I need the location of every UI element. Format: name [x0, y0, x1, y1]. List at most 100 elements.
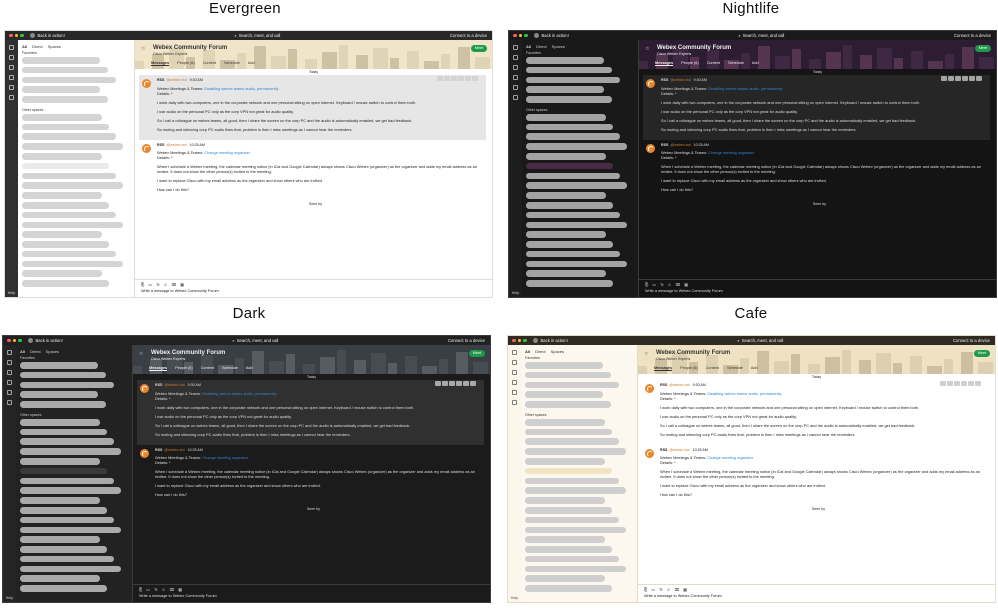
- tab-add[interactable]: Add: [246, 366, 253, 371]
- status-text[interactable]: Back in action!: [38, 33, 65, 38]
- space-list-item[interactable]: [22, 221, 123, 229]
- message-action-icon[interactable]: [442, 381, 448, 386]
- contacts-icon[interactable]: [513, 65, 518, 70]
- message-action-icon[interactable]: [444, 76, 450, 81]
- space-list-item[interactable]: [20, 458, 100, 465]
- message[interactable]: RSS @webex-bot 10:25 AM Webex Meetings & Te…: [643, 140, 990, 201]
- topic-link[interactable]: Change meeting organizer: [202, 455, 248, 460]
- tab-content[interactable]: Content: [706, 366, 719, 371]
- tab-spaces[interactable]: Spaces: [552, 44, 565, 49]
- tab-schedule[interactable]: Schedule: [222, 366, 238, 371]
- calling-icon[interactable]: [512, 380, 517, 385]
- tab-messages[interactable]: Messages: [654, 366, 673, 371]
- apps-icon[interactable]: [7, 400, 12, 405]
- space-list-item[interactable]: [20, 401, 106, 408]
- emoji-icon[interactable]: ☺: [667, 587, 671, 592]
- message-action-icon[interactable]: [969, 76, 975, 81]
- space-list-item[interactable]: [22, 260, 123, 268]
- space-list-item[interactable]: [526, 143, 627, 150]
- space-list-item[interactable]: [20, 497, 100, 504]
- tab-all[interactable]: All: [22, 44, 27, 49]
- space-list-item[interactable]: [525, 362, 603, 369]
- space-list-item[interactable]: [526, 172, 620, 180]
- connect-device[interactable]: Connect to a device: [448, 338, 485, 343]
- window-button[interactable]: [517, 338, 521, 343]
- window-controls[interactable]: [513, 33, 528, 38]
- space-info-icon[interactable]: ☆: [141, 46, 145, 52]
- space-list-item[interactable]: [22, 280, 109, 287]
- space-list-item[interactable]: [22, 250, 116, 258]
- space-list-item[interactable]: [22, 96, 108, 103]
- space-list-item[interactable]: [525, 467, 612, 475]
- space-list-item[interactable]: [22, 133, 116, 141]
- space-list-item[interactable]: [526, 260, 627, 268]
- teams-icon[interactable]: [512, 360, 517, 365]
- space-list-item[interactable]: [22, 153, 102, 160]
- topic-link[interactable]: Disabling webex teams audio, permanently: [708, 86, 782, 91]
- space-info-icon[interactable]: ☆: [139, 351, 143, 357]
- space-list-item[interactable]: [22, 231, 102, 238]
- tab-schedule[interactable]: Schedule: [728, 61, 744, 66]
- window-button[interactable]: [18, 338, 22, 343]
- space-list-item[interactable]: [20, 536, 100, 543]
- space-list-item[interactable]: [526, 162, 613, 170]
- space-list-item[interactable]: [525, 497, 605, 504]
- attach-icon[interactable]: ⎘: [139, 587, 142, 592]
- message[interactable]: RSS @webex-bot 9:30 AM Webex Meetings & Tea…: [642, 380, 989, 445]
- space-list-item[interactable]: [526, 153, 606, 160]
- avatar[interactable]: [29, 33, 35, 38]
- space-list-item[interactable]: [525, 546, 612, 553]
- apps-icon[interactable]: [513, 95, 518, 100]
- format-icon[interactable]: Tt: [659, 587, 663, 592]
- tab-schedule[interactable]: Schedule: [727, 366, 743, 371]
- window-button[interactable]: [14, 33, 18, 38]
- space-list-item[interactable]: [20, 526, 121, 534]
- whiteboard-icon[interactable]: ▦: [683, 587, 687, 592]
- messaging-icon[interactable]: [512, 350, 517, 355]
- message-action-icon[interactable]: [465, 76, 471, 81]
- space-list-item[interactable]: [526, 86, 604, 93]
- space-list-item[interactable]: [525, 438, 619, 446]
- window-controls[interactable]: [9, 33, 24, 38]
- search-bar[interactable]: ⌕ Search, meet, and call: [232, 338, 278, 343]
- space-list-item[interactable]: [526, 211, 620, 219]
- screenshot-icon[interactable]: ▭: [148, 282, 152, 287]
- screenshot-icon[interactable]: ▭: [651, 587, 655, 592]
- space-list-item[interactable]: [525, 575, 605, 582]
- attach-icon[interactable]: ⎘: [645, 282, 648, 287]
- meet-button[interactable]: Meet: [974, 350, 990, 357]
- message-action-icon[interactable]: [948, 76, 954, 81]
- space-list-item[interactable]: [20, 381, 114, 389]
- space-list-item[interactable]: [526, 133, 620, 141]
- space-list-item[interactable]: [525, 526, 626, 534]
- tab-people[interactable]: People (6): [681, 61, 699, 66]
- tab-direct[interactable]: Direct: [32, 44, 42, 49]
- attach-icon[interactable]: ⎘: [141, 282, 144, 287]
- connect-device[interactable]: Connect to a device: [450, 33, 487, 38]
- space-list-item[interactable]: [525, 516, 619, 524]
- space-list-item[interactable]: [526, 241, 613, 248]
- message-action-icon[interactable]: [472, 76, 478, 81]
- meet-button[interactable]: Meet: [975, 45, 991, 52]
- connect-device[interactable]: Connect to a device: [954, 33, 991, 38]
- meet-button[interactable]: Meet: [469, 350, 485, 357]
- message-action-icon[interactable]: [975, 381, 981, 386]
- space-list-item[interactable]: [22, 66, 108, 74]
- search-bar[interactable]: ⌕ Search, meet, and call: [738, 33, 784, 38]
- meetings-icon[interactable]: [512, 390, 517, 395]
- message-action-icon[interactable]: [941, 76, 947, 81]
- space-list-item[interactable]: [526, 57, 604, 64]
- help-link[interactable]: Help: [508, 596, 521, 600]
- emoji-icon[interactable]: ☺: [162, 587, 166, 592]
- tab-add[interactable]: Add: [751, 366, 758, 371]
- tab-messages[interactable]: Messages: [149, 366, 168, 371]
- space-list-item[interactable]: [526, 182, 627, 189]
- messaging-icon[interactable]: [513, 45, 518, 50]
- message-action-icon[interactable]: [437, 76, 443, 81]
- space-list-item[interactable]: [20, 477, 114, 485]
- message-action-icon[interactable]: [940, 381, 946, 386]
- help-link[interactable]: Help: [3, 596, 16, 600]
- tab-content[interactable]: Content: [203, 61, 216, 66]
- space-list-item[interactable]: [525, 585, 612, 592]
- message-action-icon[interactable]: [449, 381, 455, 386]
